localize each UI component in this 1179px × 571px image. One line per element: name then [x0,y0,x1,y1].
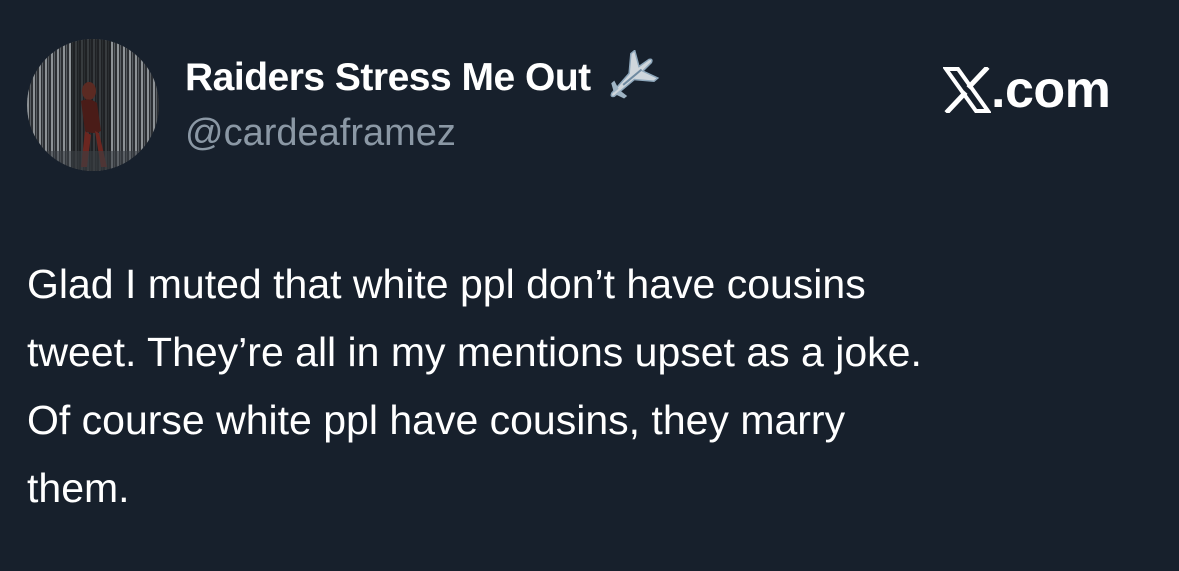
tweet-line: tweet. They’re all in my mentions upset … [27,329,922,375]
author-handle[interactable]: @cardeaframez [185,112,456,155]
tweet-text: Glad I muted that white ppl don’t have c… [27,250,1162,522]
airplane-icon [603,49,663,106]
tweet-card: Raiders Stress Me Out @cardeaframez .com [0,0,1179,571]
author-display-name[interactable]: Raiders Stress Me Out [185,56,591,100]
x-logo-icon [942,65,992,115]
author-name-row: Raiders Stress Me Out [185,49,663,106]
avatar-photo [27,39,159,171]
brand-domain-text: .com [991,61,1111,119]
tweet-line: them. [27,465,130,511]
tweet-line: Glad I muted that white ppl don’t have c… [27,261,866,307]
tweet-line: Of course white ppl have cousins, they m… [27,397,846,443]
brand-watermark: .com [942,55,1111,125]
avatar[interactable] [27,39,159,171]
